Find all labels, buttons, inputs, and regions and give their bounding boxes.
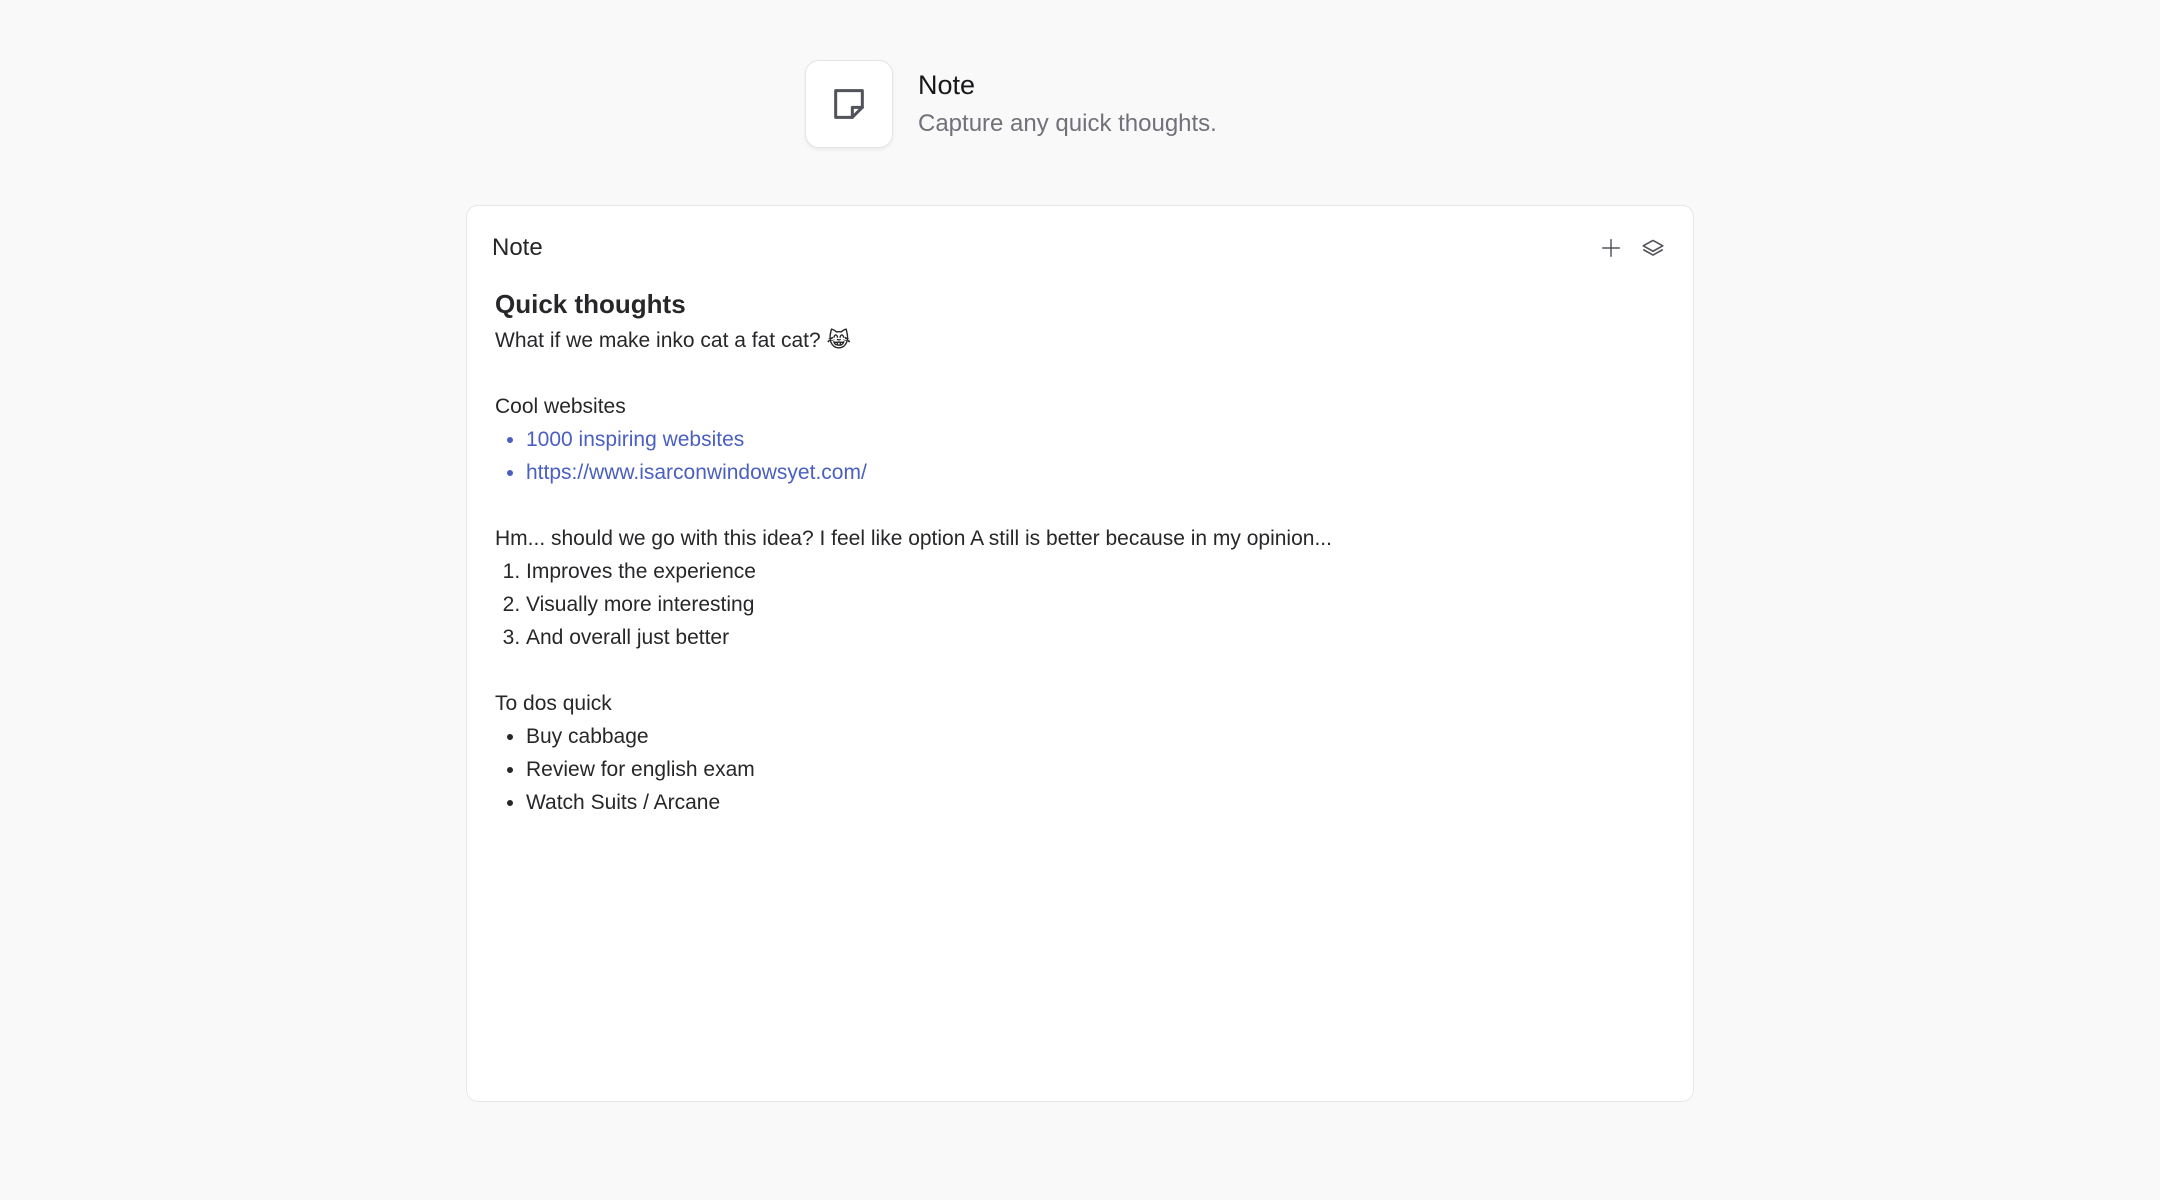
note-app-icon-tile (805, 60, 893, 148)
note-heading: Quick thoughts (495, 289, 686, 319)
list-item: Review for english exam (526, 753, 1653, 786)
list-item: 1000 inspiring websites (526, 423, 1653, 456)
idea-text: Hm... should we go with this idea? I fee… (495, 527, 1332, 550)
list-item: Visually more interesting (526, 588, 1653, 621)
page-subtitle: Capture any quick thoughts. (918, 110, 1217, 137)
link-inspiring-websites[interactable]: 1000 inspiring websites (526, 428, 744, 451)
page-title: Note (918, 70, 976, 100)
page-header: Note Capture any quick thoughts. (805, 60, 1217, 148)
note-intro: What if we make inko cat a fat cat? 😹 (495, 329, 852, 352)
links-label: Cool websites (495, 395, 626, 418)
page: Note Capture any quick thoughts. Note Qu… (0, 0, 2160, 1200)
links-list: 1000 inspiring websites https://www.isar… (495, 423, 1653, 489)
note-card-actions (1596, 233, 1668, 263)
list-item: Watch Suits / Arcane (526, 786, 1653, 819)
list-item: https://www.isarconwindowsyet.com/ (526, 456, 1653, 489)
list-item: And overall just better (526, 621, 1653, 654)
note-editor[interactable]: Quick thoughts What if we make inko cat … (495, 284, 1653, 819)
list-item: Buy cabbage (526, 720, 1653, 753)
reasons-list: Improves the experience Visually more in… (495, 555, 1653, 654)
note-card-title: Note (492, 234, 543, 261)
sticky-note-icon (834, 89, 864, 119)
add-button[interactable] (1596, 233, 1626, 263)
todos-label: To dos quick (495, 692, 612, 715)
plus-icon (1602, 239, 1620, 257)
header-text: Note Capture any quick thoughts. (918, 67, 1217, 141)
note-card: Note Quick thoughts What if we make inko… (466, 205, 1694, 1102)
todos-list: Buy cabbage Review for english exam Watc… (495, 720, 1653, 819)
layers-icon (1642, 239, 1664, 256)
layers-button[interactable] (1638, 233, 1668, 263)
list-item: Improves the experience (526, 555, 1653, 588)
link-isarconwindowsyet[interactable]: https://www.isarconwindowsyet.com/ (526, 461, 867, 484)
note-card-header: Note (492, 226, 1668, 270)
